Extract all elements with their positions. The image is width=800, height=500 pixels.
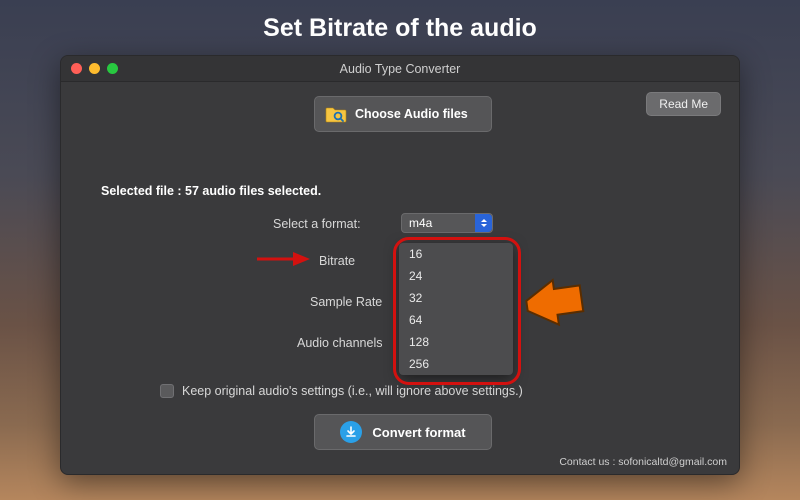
convert-button[interactable]: Convert format [314,414,492,450]
bitrate-option[interactable]: 256 [399,353,513,375]
convert-label: Convert format [372,425,465,440]
red-arrow-icon [255,250,310,268]
window-title: Audio Type Converter [61,62,739,76]
bitrate-option[interactable]: 32 [399,287,513,309]
bitrate-option[interactable]: 64 [399,309,513,331]
format-select[interactable]: m4a [401,213,493,233]
orange-arrow-icon [524,275,586,333]
bitrate-dropdown[interactable]: 16 24 32 64 128 256 [399,243,513,375]
choose-files-label: Choose Audio files [355,107,468,121]
bitrate-option[interactable]: 24 [399,265,513,287]
sample-rate-label: Sample Rate [310,295,382,309]
folder-search-icon [325,105,347,123]
download-icon [340,421,362,443]
keep-original-checkbox[interactable] [160,384,174,398]
contact-text: Contact us : sofonicaltd@gmail.com [559,456,727,468]
audio-channels-label: Audio channels [297,336,382,350]
readme-button[interactable]: Read Me [646,92,721,116]
bitrate-option[interactable]: 128 [399,331,513,353]
app-window: Audio Type Converter Read Me Choose Audi… [60,55,740,475]
chevrons-icon [475,214,492,232]
format-label: Select a format: [273,217,361,231]
bitrate-label: Bitrate [319,254,355,268]
format-value: m4a [402,216,475,230]
page-headline: Set Bitrate of the audio [0,0,800,43]
keep-original-label: Keep original audio's settings (i.e., wi… [182,384,523,398]
bitrate-option[interactable]: 16 [399,243,513,265]
choose-files-button[interactable]: Choose Audio files [314,96,492,132]
selected-file-status: Selected file : 57 audio files selected. [101,184,321,198]
titlebar: Audio Type Converter [61,56,739,82]
